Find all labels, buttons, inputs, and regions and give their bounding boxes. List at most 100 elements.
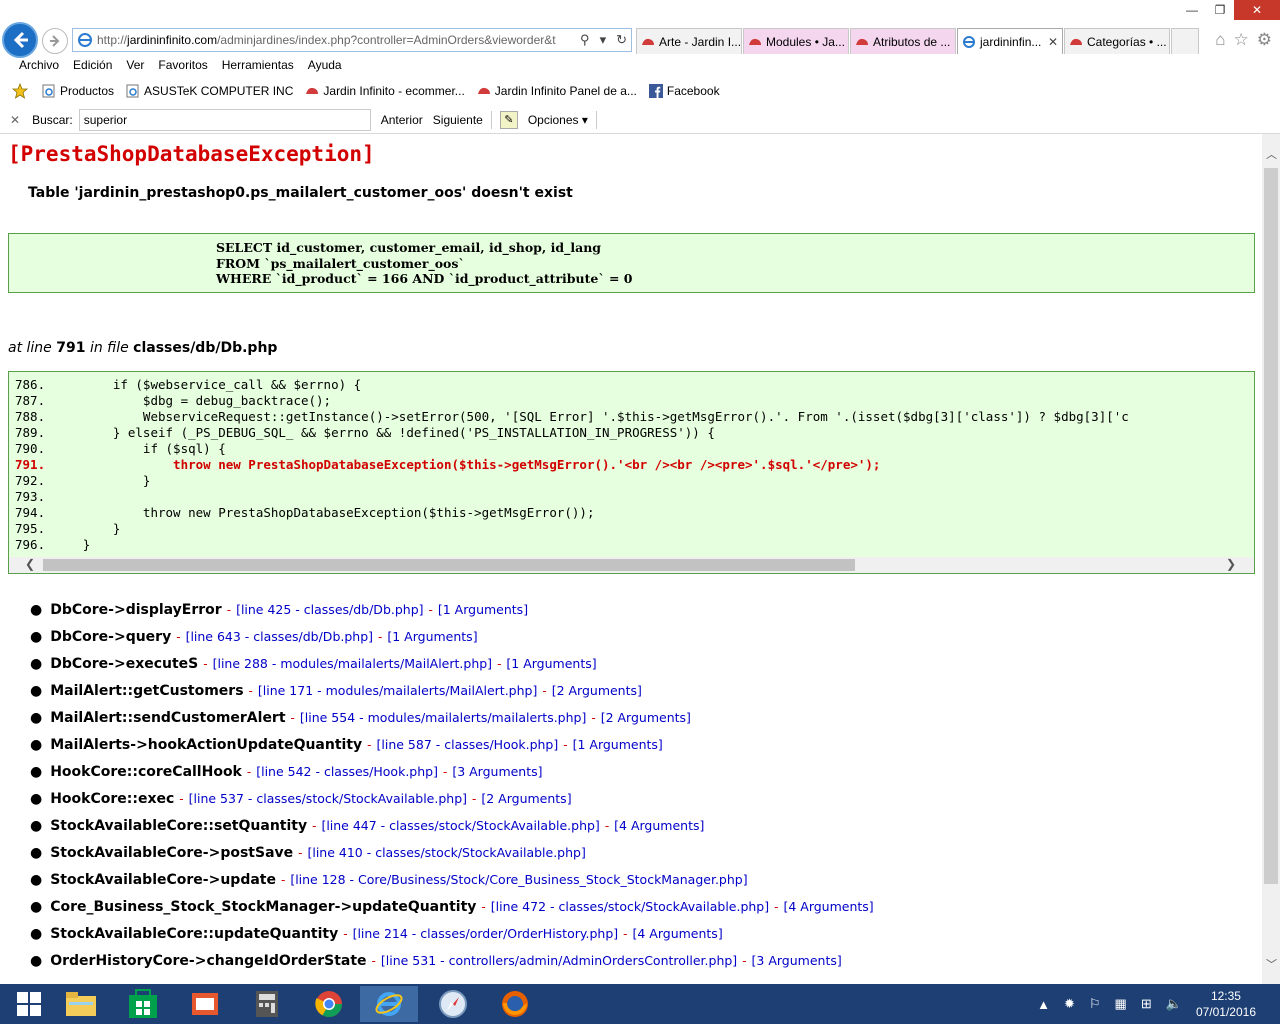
- trace-location-link[interactable]: [line 410 - classes/stock/StockAvailable…: [307, 845, 585, 860]
- trace-arguments-link[interactable]: [1 Arguments]: [506, 656, 596, 671]
- trace-arguments-link[interactable]: [2 Arguments]: [481, 791, 571, 806]
- vertical-scrollbar[interactable]: ︿ ﹀: [1262, 134, 1280, 984]
- windows-tray-icon[interactable]: ⊞: [1141, 996, 1152, 1012]
- file-explorer-button[interactable]: [52, 986, 110, 1022]
- browser-tab[interactable]: Atributos de ...: [850, 28, 956, 54]
- chrome-button[interactable]: [300, 986, 358, 1022]
- browser-chrome: http://jardininfinito.com/adminjardines/…: [0, 0, 1280, 134]
- start-button[interactable]: [0, 986, 58, 1022]
- add-favorite-icon[interactable]: [12, 83, 30, 99]
- address-bar[interactable]: http://jardininfinito.com/adminjardines/…: [72, 28, 632, 52]
- trace-location-link[interactable]: [line 447 - classes/stock/StockAvailable…: [321, 818, 599, 833]
- favorite-link[interactable]: Jardin Infinito Panel de a...: [477, 84, 637, 98]
- horizontal-scrollbar[interactable]: ❮ ❯: [9, 557, 1254, 573]
- menu-item[interactable]: Ver: [119, 58, 151, 72]
- trace-arguments-link[interactable]: [3 Arguments]: [752, 953, 842, 968]
- refresh-icon[interactable]: ↻: [616, 32, 627, 48]
- trace-separator: -: [623, 927, 628, 941]
- address-url[interactable]: http://jardininfinito.com/adminjardines/…: [97, 33, 577, 47]
- prestashop-favicon-icon: [748, 35, 762, 49]
- volume-icon[interactable]: 🔈: [1166, 996, 1182, 1012]
- favorites-star-icon[interactable]: ☆: [1234, 30, 1249, 50]
- find-close-icon[interactable]: ✕: [10, 113, 20, 127]
- close-window-button[interactable]: ✕: [1234, 0, 1280, 20]
- trace-location-link[interactable]: [line 214 - classes/order/OrderHistory.p…: [353, 926, 619, 941]
- scroll-left-icon[interactable]: ❮: [25, 557, 35, 571]
- trace-location-link[interactable]: [line 425 - classes/db/Db.php]: [236, 602, 423, 617]
- favorite-link[interactable]: Productos: [42, 84, 114, 98]
- trace-arguments-link[interactable]: [1 Arguments]: [387, 629, 477, 644]
- new-tab-button[interactable]: [1171, 28, 1199, 54]
- browser-tab[interactable]: Modules • Ja...: [743, 28, 849, 54]
- browser-tab[interactable]: Categorías • ...: [1064, 28, 1170, 54]
- trace-arguments-link[interactable]: [4 Arguments]: [614, 818, 704, 833]
- clock-date: 07/01/2016: [1195, 1005, 1256, 1019]
- search-icon[interactable]: ⚲: [580, 32, 590, 48]
- minimize-button[interactable]: —: [1178, 0, 1206, 20]
- scroll-thumb[interactable]: [43, 559, 855, 571]
- tab-close-icon[interactable]: ✕: [1048, 35, 1058, 49]
- scroll-right-icon[interactable]: ❯: [1226, 557, 1236, 571]
- error-code-line: 791. throw new PrestaShopDatabaseExcepti…: [15, 457, 881, 472]
- source-code-box: 786. if ($webservice_call && $errno) {78…: [8, 371, 1255, 574]
- scroll-down-icon[interactable]: ﹀: [1266, 956, 1277, 972]
- find-next-button[interactable]: Siguiente: [433, 113, 483, 127]
- menu-item[interactable]: Edición: [66, 58, 119, 72]
- dropdown-icon[interactable]: ▾: [600, 32, 607, 48]
- scroll-up-icon[interactable]: ︿: [1266, 146, 1277, 162]
- trace-arguments-link[interactable]: [4 Arguments]: [632, 926, 722, 941]
- clock[interactable]: 12:35 07/01/2016: [1196, 988, 1256, 1020]
- trace-location-link[interactable]: [line 128 - Core/Business/Stock/Core_Bus…: [290, 872, 747, 887]
- trace-arguments-link[interactable]: [4 Arguments]: [783, 899, 873, 914]
- menu-item[interactable]: Ayuda: [301, 58, 349, 72]
- trace-location-link[interactable]: [line 171 - modules/mailalerts/MailAlert…: [258, 683, 537, 698]
- restore-button[interactable]: ❐: [1206, 0, 1234, 20]
- home-icon[interactable]: ⌂: [1215, 30, 1225, 50]
- store-button[interactable]: [114, 986, 172, 1022]
- firefox-button[interactable]: [486, 986, 544, 1022]
- trace-location-link[interactable]: [line 537 - classes/stock/StockAvailable…: [189, 791, 467, 806]
- code-line: 787. $dbg = debug_backtrace();: [15, 393, 332, 408]
- trace-arguments-link[interactable]: [1 Arguments]: [438, 602, 528, 617]
- network-icon[interactable]: ▦: [1115, 996, 1127, 1012]
- trace-location-link[interactable]: [line 288 - modules/mailalerts/MailAlert…: [213, 656, 492, 671]
- trace-location-link[interactable]: [line 643 - classes/db/Db.php]: [186, 629, 373, 644]
- settings-gear-icon[interactable]: ⚙: [1257, 30, 1272, 50]
- highlight-icon[interactable]: ✎: [499, 110, 518, 129]
- bullet: ●: [30, 818, 43, 834]
- office-button[interactable]: [176, 986, 234, 1022]
- trace-arguments-link[interactable]: [1 Arguments]: [573, 737, 663, 752]
- trace-location-link[interactable]: [line 587 - classes/Hook.php]: [377, 737, 559, 752]
- favorite-link[interactable]: ASUSTeK COMPUTER INC: [126, 84, 293, 98]
- trace-location-link[interactable]: [line 542 - classes/Hook.php]: [256, 764, 438, 779]
- browser-tab[interactable]: jardininfin... ✕: [957, 28, 1063, 54]
- favorite-link[interactable]: Facebook: [648, 84, 720, 98]
- find-input[interactable]: [78, 108, 371, 131]
- menu-item[interactable]: Herramientas: [215, 58, 301, 72]
- action-center-flag-icon[interactable]: ⚐: [1089, 996, 1101, 1012]
- find-options-button[interactable]: Opciones ▾: [528, 113, 588, 127]
- browser-tab[interactable]: Arte - Jardin I...: [636, 28, 742, 54]
- internet-explorer-button[interactable]: [360, 986, 418, 1022]
- trace-separator: -: [203, 657, 208, 671]
- vertical-scroll-thumb[interactable]: [1264, 168, 1278, 884]
- trace-arguments-link[interactable]: [2 Arguments]: [601, 710, 691, 725]
- menu-item[interactable]: Favoritos: [151, 58, 214, 72]
- favorite-link[interactable]: Jardin Infinito - ecommer...: [305, 84, 465, 98]
- app-tray-icon[interactable]: ✹: [1064, 996, 1075, 1012]
- calculator-button[interactable]: [238, 986, 296, 1022]
- menu-item[interactable]: Archivo: [12, 58, 66, 72]
- forward-button[interactable]: [42, 28, 68, 54]
- safari-button[interactable]: [424, 986, 482, 1022]
- trace-location-link[interactable]: [line 531 - controllers/admin/AdminOrder…: [381, 953, 737, 968]
- show-hidden-icons-icon[interactable]: ▲: [1037, 997, 1050, 1012]
- find-prev-button[interactable]: Anterior: [381, 113, 423, 127]
- code-line: 796. }: [15, 537, 91, 552]
- trace-function: StockAvailableCore::setQuantity: [50, 818, 308, 834]
- back-button[interactable]: [2, 22, 38, 58]
- find-label: Buscar:: [32, 112, 73, 127]
- trace-location-link[interactable]: [line 472 - classes/stock/StockAvailable…: [491, 899, 769, 914]
- trace-arguments-link[interactable]: [3 Arguments]: [452, 764, 542, 779]
- trace-location-link[interactable]: [line 554 - modules/mailalerts/mailalert…: [300, 710, 586, 725]
- trace-arguments-link[interactable]: [2 Arguments]: [552, 683, 642, 698]
